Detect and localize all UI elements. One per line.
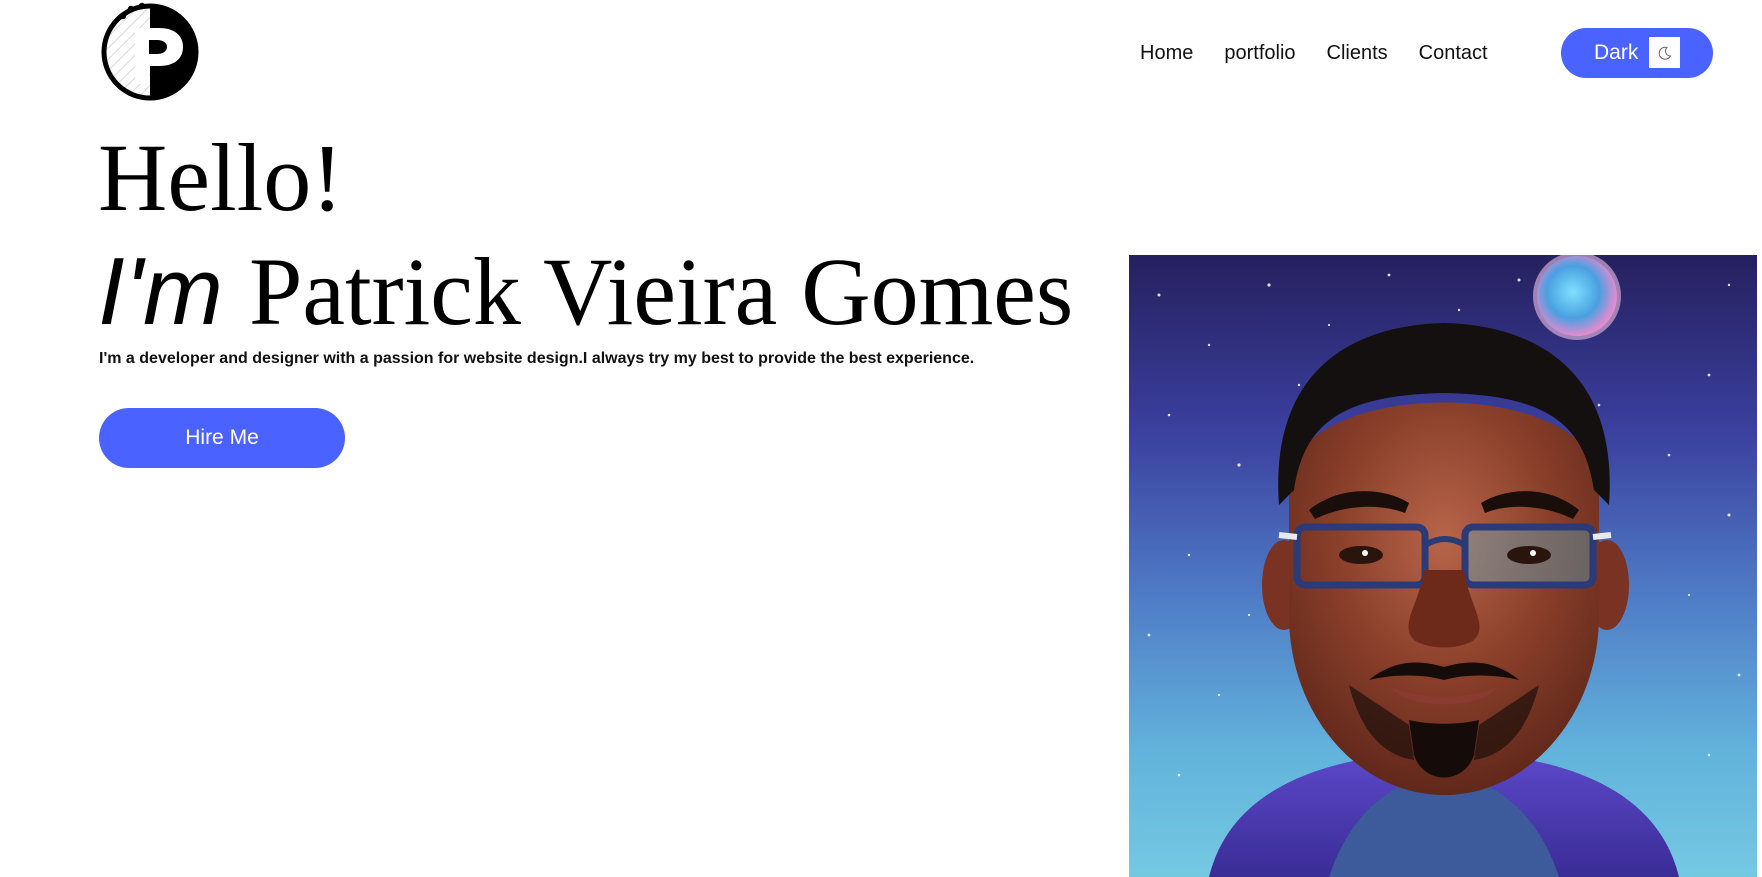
hero-greeting: Hello! — [98, 124, 344, 231]
nav-clients-link[interactable]: Clients — [1327, 40, 1388, 66]
p-letter-logo-icon — [101, 2, 199, 101]
hero-name: Patrick Vieira Gomes — [248, 238, 1074, 345]
portrait-illustration — [1129, 255, 1757, 877]
nav-home-link[interactable]: Home — [1140, 40, 1193, 66]
dark-mode-toggle[interactable]: Dark — [1561, 28, 1713, 78]
page: Home portfolio Clients Contact Dark Hell… — [0, 0, 1762, 877]
nav-portfolio-link[interactable]: portfolio — [1224, 40, 1295, 66]
hire-me-button[interactable]: Hire Me — [99, 408, 345, 468]
nav-contact-link[interactable]: Contact — [1419, 40, 1488, 66]
hero-name-line: I'm Patrick Vieira Gomes — [98, 232, 1073, 352]
hero-tagline: I'm a developer and designer with a pass… — [99, 350, 975, 367]
main-nav: Home portfolio Clients Contact — [1140, 40, 1488, 66]
hero-im: I'm — [98, 238, 223, 345]
site-logo[interactable] — [99, 0, 201, 102]
dark-mode-label: Dark — [1594, 41, 1639, 64]
moon-icon — [1649, 37, 1680, 68]
profile-portrait-image — [1129, 255, 1757, 877]
